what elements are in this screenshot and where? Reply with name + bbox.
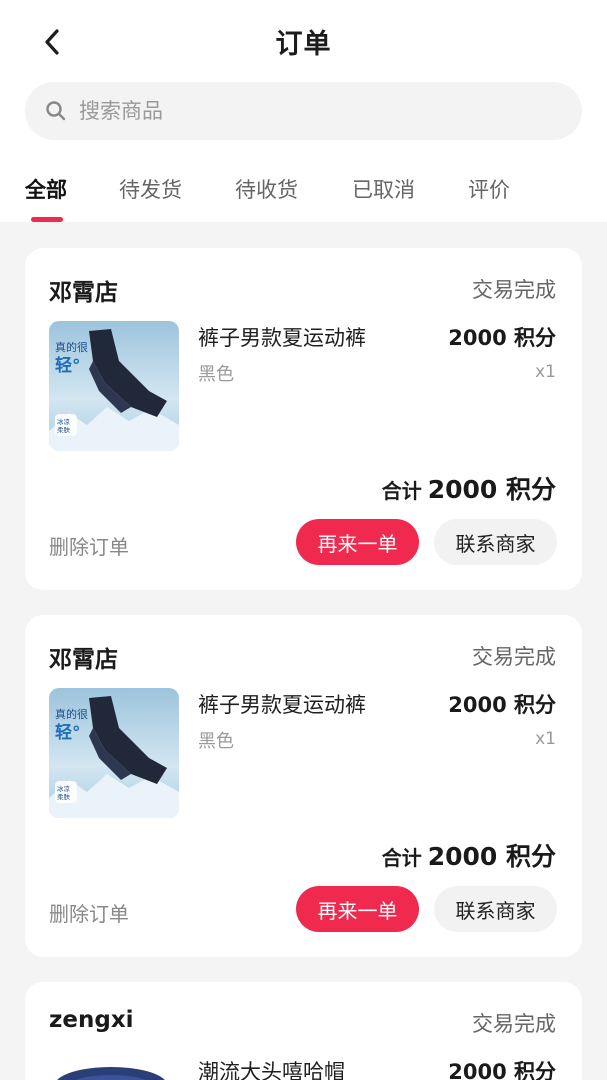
top-bar: 订单 全部 待发货 待收货 已取消 评价 xyxy=(0,0,607,222)
order-total: 合计 2000 积分 xyxy=(382,837,556,873)
image-caption-line1: 真的很 xyxy=(55,707,88,721)
total-label: 合计 xyxy=(381,479,422,503)
product-image[interactable] xyxy=(49,1055,179,1080)
search-bar[interactable] xyxy=(25,82,582,140)
delete-order-link[interactable]: 删除订单 xyxy=(49,898,129,927)
order-card: zengxi 交易完成 潮流大头嘻哈帽 2000 积分 xyxy=(25,982,582,1080)
reorder-button[interactable]: 再来一单 xyxy=(296,519,419,565)
search-input[interactable] xyxy=(79,99,519,123)
page-title: 订单 xyxy=(275,29,332,60)
product-price: 2000 积分 xyxy=(448,693,556,717)
product-variant: 黑色 xyxy=(198,364,234,385)
total-label: 合计 xyxy=(381,846,422,870)
order-card: 邓霄店 交易完成 真的很 轻° 冰凉 柔肤 裤子男款夏运动裤 2000 积分 黑… xyxy=(25,248,582,590)
product-image[interactable]: 真的很 轻° 冰凉 柔肤 xyxy=(49,321,179,451)
order-status: 交易完成 xyxy=(472,645,556,669)
order-card: 邓霄店 交易完成 真的很 轻° 冰凉 柔肤 裤子男款夏运动裤 2000 积分 黑… xyxy=(25,615,582,957)
svg-text:冰凉: 冰凉 xyxy=(57,417,71,426)
tab-pending-shipment[interactable]: 待发货 xyxy=(119,174,182,204)
tab-pending-receipt[interactable]: 待收货 xyxy=(235,174,298,204)
tab-cancelled[interactable]: 已取消 xyxy=(352,174,415,204)
svg-text:冰凉: 冰凉 xyxy=(57,784,71,793)
tab-all[interactable]: 全部 xyxy=(25,174,67,204)
active-tab-indicator xyxy=(31,217,63,222)
delete-order-link[interactable]: 删除订单 xyxy=(49,531,129,560)
product-name[interactable]: 裤子男款夏运动裤 xyxy=(198,689,366,719)
total-value: 2000 积分 xyxy=(427,842,556,871)
order-tabs: 全部 待发货 待收货 已取消 评价 xyxy=(0,174,607,222)
product-name[interactable]: 潮流大头嘻哈帽 xyxy=(198,1056,345,1080)
product-price: 2000 积分 xyxy=(448,326,556,350)
contact-seller-button[interactable]: 联系商家 xyxy=(434,519,557,565)
product-variant: 黑色 xyxy=(198,731,234,752)
order-status: 交易完成 xyxy=(472,278,556,302)
svg-text:柔肤: 柔肤 xyxy=(57,792,71,801)
product-name[interactable]: 裤子男款夏运动裤 xyxy=(198,322,366,352)
svg-text:柔肤: 柔肤 xyxy=(57,425,71,434)
search-icon xyxy=(46,101,66,121)
reorder-button[interactable]: 再来一单 xyxy=(296,886,419,932)
shop-name[interactable]: 邓霄店 xyxy=(49,273,118,307)
image-caption-line1: 真的很 xyxy=(55,340,88,354)
product-image[interactable]: 真的很 轻° 冰凉 柔肤 xyxy=(49,688,179,818)
image-caption-line2: 轻° xyxy=(55,355,81,376)
product-price: 2000 积分 xyxy=(448,1060,556,1080)
order-status: 交易完成 xyxy=(472,1012,556,1036)
product-quantity: x1 xyxy=(535,362,556,382)
total-value: 2000 积分 xyxy=(427,475,556,504)
tab-review[interactable]: 评价 xyxy=(468,174,510,204)
order-total: 合计 2000 积分 xyxy=(382,470,556,506)
image-caption-line2: 轻° xyxy=(55,722,81,743)
product-quantity: x1 xyxy=(535,729,556,749)
shop-name[interactable]: zengxi xyxy=(49,1007,134,1033)
shop-name[interactable]: 邓霄店 xyxy=(49,640,118,674)
contact-seller-button[interactable]: 联系商家 xyxy=(434,886,557,932)
